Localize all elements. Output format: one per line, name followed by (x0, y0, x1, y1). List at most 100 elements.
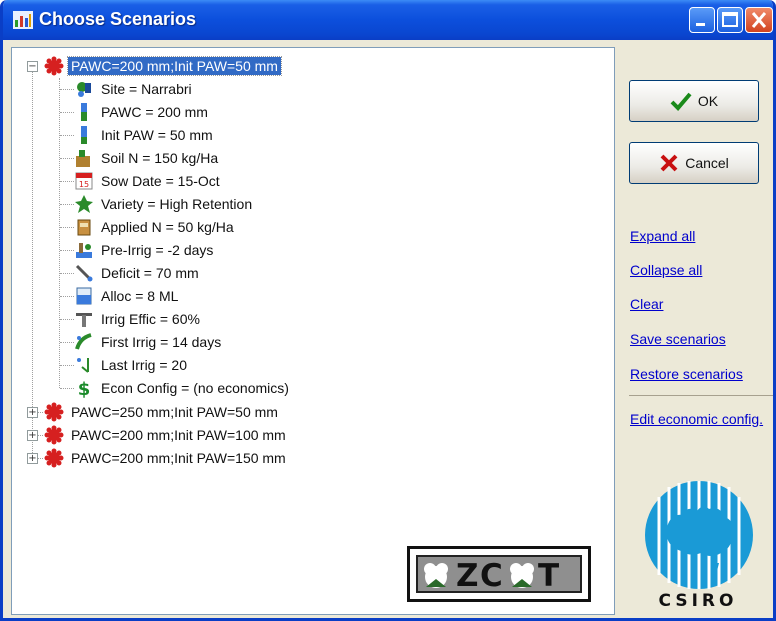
tree-child-deficit[interactable]: Deficit = 70 mm (74, 262, 202, 284)
tree-line (32, 68, 33, 463)
cotton-flower-icon (44, 402, 64, 422)
zcot-logo-art: Z C T (424, 558, 559, 594)
close-icon (751, 12, 767, 28)
tree-child-label: Irrig Effic = 60% (101, 311, 200, 327)
minimize-icon (696, 23, 705, 26)
tree-child-alloc[interactable]: Alloc = 8 ML (74, 285, 181, 307)
tree-child-label: Applied N = 50 kg/Ha (101, 219, 234, 235)
tree-child-label: Last Irrig = 20 (101, 357, 187, 373)
scenario-tree[interactable]: − PAWC=200 mm;Init PAW=50 mm Site = Narr… (11, 47, 615, 615)
collapse-all-link[interactable]: Collapse all (630, 262, 702, 278)
tree-child-econ-config[interactable]: $ Econ Config = (no economics) (74, 377, 292, 399)
save-scenarios-link[interactable]: Save scenarios (630, 331, 726, 347)
tree-branch (60, 227, 74, 228)
tree-child-label: Variety = High Retention (101, 196, 253, 212)
tree-branch (60, 250, 74, 251)
tree-child-label: First Irrig = 14 days (101, 334, 222, 350)
ok-button[interactable]: OK (629, 80, 759, 122)
app-icon (13, 11, 33, 29)
maximize-icon (722, 12, 738, 27)
tree-root-label: PAWC=200 mm;Init PAW=150 mm (71, 450, 286, 466)
init-paw-icon (81, 126, 87, 144)
tree-child-site[interactable]: Site = Narrabri (74, 78, 195, 100)
maximize-button[interactable] (717, 7, 743, 33)
tree-child-variety[interactable]: Variety = High Retention (74, 193, 255, 215)
irrig-effic-icon (76, 313, 92, 327)
clear-link[interactable]: Clear (630, 296, 663, 312)
expand-toggle[interactable]: + (27, 430, 38, 441)
tree-branch (60, 273, 74, 274)
tree-child-label: Init PAW = 50 mm (101, 127, 213, 143)
tree-child-label: Econ Config = (no economics) (101, 380, 289, 396)
tree-branch (60, 388, 74, 389)
pawc-icon (81, 103, 87, 121)
restore-scenarios-link[interactable]: Restore scenarios (630, 366, 743, 382)
action-panel: OK Cancel Expand all Collapse all Clear … (617, 47, 773, 618)
tree-child-label: Alloc = 8 ML (101, 288, 179, 304)
tree-child-label: Sow Date = 15-Oct (101, 173, 220, 189)
tree-branch (60, 204, 74, 205)
expand-toggle[interactable]: + (27, 407, 38, 418)
tree-root-label: PAWC=250 mm;Init PAW=50 mm (71, 404, 278, 420)
fertilizer-icon (77, 219, 91, 236)
soil-n-icon (76, 150, 90, 167)
svg-text:$: $ (78, 379, 91, 398)
svg-text:15: 15 (79, 180, 89, 189)
cotton-flower-icon (44, 56, 64, 76)
tree-child-soil-n[interactable]: Soil N = 150 kg/Ha (74, 147, 221, 169)
tree-root-scenario-4[interactable]: PAWC=200 mm;Init PAW=150 mm (44, 447, 289, 469)
close-button[interactable] (745, 7, 773, 33)
tree-child-label: Soil N = 150 kg/Ha (101, 150, 219, 166)
dollar-icon: $ (78, 379, 91, 398)
zcot-logo-inner: Z C T (416, 555, 582, 594)
tree-child-applied-n[interactable]: Applied N = 50 kg/Ha (74, 216, 237, 238)
window-title: Choose Scenarios (39, 9, 197, 29)
cotton-flower-icon (44, 448, 64, 468)
tree-child-pawc[interactable]: PAWC = 200 mm (74, 101, 211, 123)
alloc-icon (76, 287, 92, 305)
cancel-button[interactable]: Cancel (629, 142, 759, 184)
tree-root-scenario-3[interactable]: PAWC=200 mm;Init PAW=100 mm (44, 424, 289, 446)
cancel-button-label: Cancel (685, 155, 729, 171)
tree-branch (60, 158, 74, 159)
tree-branch (60, 342, 74, 343)
site-icon (77, 82, 91, 97)
tree-child-init-paw[interactable]: Init PAW = 50 mm (74, 124, 216, 146)
cotton-flower-icon (44, 425, 64, 445)
tree-child-label: Deficit = 70 mm (101, 265, 199, 281)
variety-icon (75, 195, 93, 213)
collapse-toggle[interactable]: − (27, 61, 38, 72)
cancel-x-icon (660, 154, 678, 172)
tree-root-scenario-1[interactable]: PAWC=200 mm;Init PAW=50 mm (44, 55, 282, 77)
tree-branch (60, 365, 74, 366)
pre-irrig-icon (76, 243, 92, 258)
checkmark-icon (670, 92, 692, 111)
tree-root-label: PAWC=200 mm;Init PAW=50 mm (67, 56, 282, 76)
tree-branch (60, 135, 74, 136)
expand-toggle[interactable]: + (27, 453, 38, 464)
tree-branch (60, 181, 74, 182)
tree-branch (60, 319, 74, 320)
tree-child-pre-irrig[interactable]: Pre-Irrig = -2 days (74, 239, 216, 261)
tree-child-last-irrig[interactable]: Last Irrig = 20 (74, 354, 190, 376)
expand-all-link[interactable]: Expand all (630, 228, 695, 244)
first-irrig-icon (75, 333, 92, 350)
tree-child-label: Site = Narrabri (101, 81, 192, 97)
svg-text:C: C (480, 558, 503, 591)
tree-root-scenario-2[interactable]: PAWC=250 mm;Init PAW=50 mm (44, 401, 281, 423)
last-irrig-icon (77, 358, 89, 373)
tree-child-first-irrig[interactable]: First Irrig = 14 days (74, 331, 224, 353)
tree-child-label: PAWC = 200 mm (101, 104, 208, 120)
calendar-icon: 15 (75, 172, 93, 190)
tree-branch (60, 89, 74, 90)
ok-button-label: OK (697, 93, 719, 109)
csiro-wordmark: CSIRO (658, 591, 738, 611)
edit-economic-config-link[interactable]: Edit economic config. (630, 411, 763, 427)
minimize-button[interactable] (689, 7, 715, 33)
svg-text:T: T (538, 558, 559, 591)
tree-child-sow-date[interactable]: 15 Sow Date = 15-Oct (74, 170, 223, 192)
title-bar[interactable]: Choose Scenarios (3, 0, 773, 40)
tree-child-irrig-effic[interactable]: Irrig Effic = 60% (74, 308, 203, 330)
deficit-icon (75, 264, 93, 282)
svg-text:Z: Z (456, 558, 478, 591)
